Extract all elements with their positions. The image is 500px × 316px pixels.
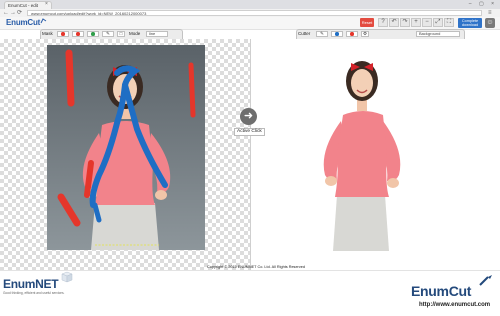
- mode-label: Mode: [129, 31, 141, 36]
- enumcut-footer-logo[interactable]: EnumCut: [411, 283, 471, 299]
- red-brush-icon: [61, 32, 65, 36]
- complete-sublabel: download: [461, 23, 479, 27]
- active-click-button[interactable]: ➜: [240, 108, 257, 125]
- copyright-text: Copyright © 2015 ENUMNET Co. Ltd. All Ri…: [207, 265, 305, 269]
- mask-eraser-tool[interactable]: ✎: [102, 31, 114, 37]
- reload-icon[interactable]: ⟳: [17, 9, 22, 17]
- square-icon: □: [119, 31, 123, 36]
- forward-icon[interactable]: →: [10, 9, 16, 17]
- url-input[interactable]: www.enumcut.com/upload/edit?work_id=NEW_…: [27, 10, 482, 16]
- zoom-in-icon[interactable]: +: [411, 18, 421, 27]
- back-icon[interactable]: ←: [3, 9, 9, 17]
- mask-label: Mask: [42, 31, 53, 36]
- cutter-blue-tool[interactable]: [331, 31, 343, 37]
- tab-close-icon[interactable]: ×: [45, 1, 48, 8]
- complete-button[interactable]: Complete download: [458, 18, 482, 28]
- mask-green-tool[interactable]: [87, 31, 99, 37]
- reset-button[interactable]: Reset: [360, 18, 374, 27]
- mask-red-tool[interactable]: [57, 31, 69, 37]
- cutter-red-tool[interactable]: [346, 31, 358, 37]
- cutter-pen-tool[interactable]: ✎: [316, 31, 328, 37]
- result-image: [323, 61, 401, 251]
- app-logo[interactable]: EnumCut: [6, 18, 47, 27]
- gear-icon: ⚙: [362, 31, 368, 36]
- browser-title-bar: [0, 0, 500, 9]
- logo-mark-icon: [40, 18, 47, 24]
- tab-title: EnumCut - edit: [8, 3, 39, 8]
- arrow-right-icon: ➜: [243, 110, 254, 122]
- settings-tool[interactable]: ⚙: [361, 31, 369, 37]
- help-icon[interactable]: ?: [378, 18, 388, 27]
- source-photo[interactable]: [47, 45, 205, 250]
- mask-shape-tool[interactable]: □: [117, 31, 125, 37]
- blue-dot-icon: [335, 32, 339, 36]
- enumnet-logo[interactable]: EnumNET: [3, 277, 59, 291]
- cubes-logo-icon: [61, 271, 73, 283]
- red-dot-icon: [76, 32, 80, 36]
- user-icon[interactable]: ☺: [485, 18, 495, 28]
- redo-icon[interactable]: ↷: [400, 18, 410, 27]
- active-click-label: Active Click: [234, 128, 265, 136]
- background-select[interactable]: Background: [416, 31, 460, 37]
- undo-icon[interactable]: ↶: [389, 18, 399, 27]
- red-dot-icon: [350, 32, 354, 36]
- cutter-label: Cutter: [298, 31, 311, 36]
- expand-icon[interactable]: ⛶: [444, 18, 454, 27]
- pen-icon: ✎: [320, 31, 324, 36]
- fit-icon[interactable]: ⤢: [433, 18, 443, 27]
- mode-select[interactable]: line: [146, 31, 168, 37]
- mask-red-select[interactable]: [72, 31, 84, 37]
- pencil-icon: ✎: [106, 31, 110, 36]
- cursor-mark-icon: [479, 275, 492, 286]
- green-dot-icon: [91, 32, 95, 36]
- browser-menu-icon[interactable]: ≡: [488, 9, 492, 17]
- zoom-out-icon[interactable]: −: [422, 18, 432, 27]
- window-controls[interactable]: – ▢ ×: [469, 1, 497, 7]
- enumnet-tagline: Good thinking, efficient and useful serv…: [3, 291, 65, 295]
- enumcut-url[interactable]: http://www.enumcut.com: [419, 302, 490, 308]
